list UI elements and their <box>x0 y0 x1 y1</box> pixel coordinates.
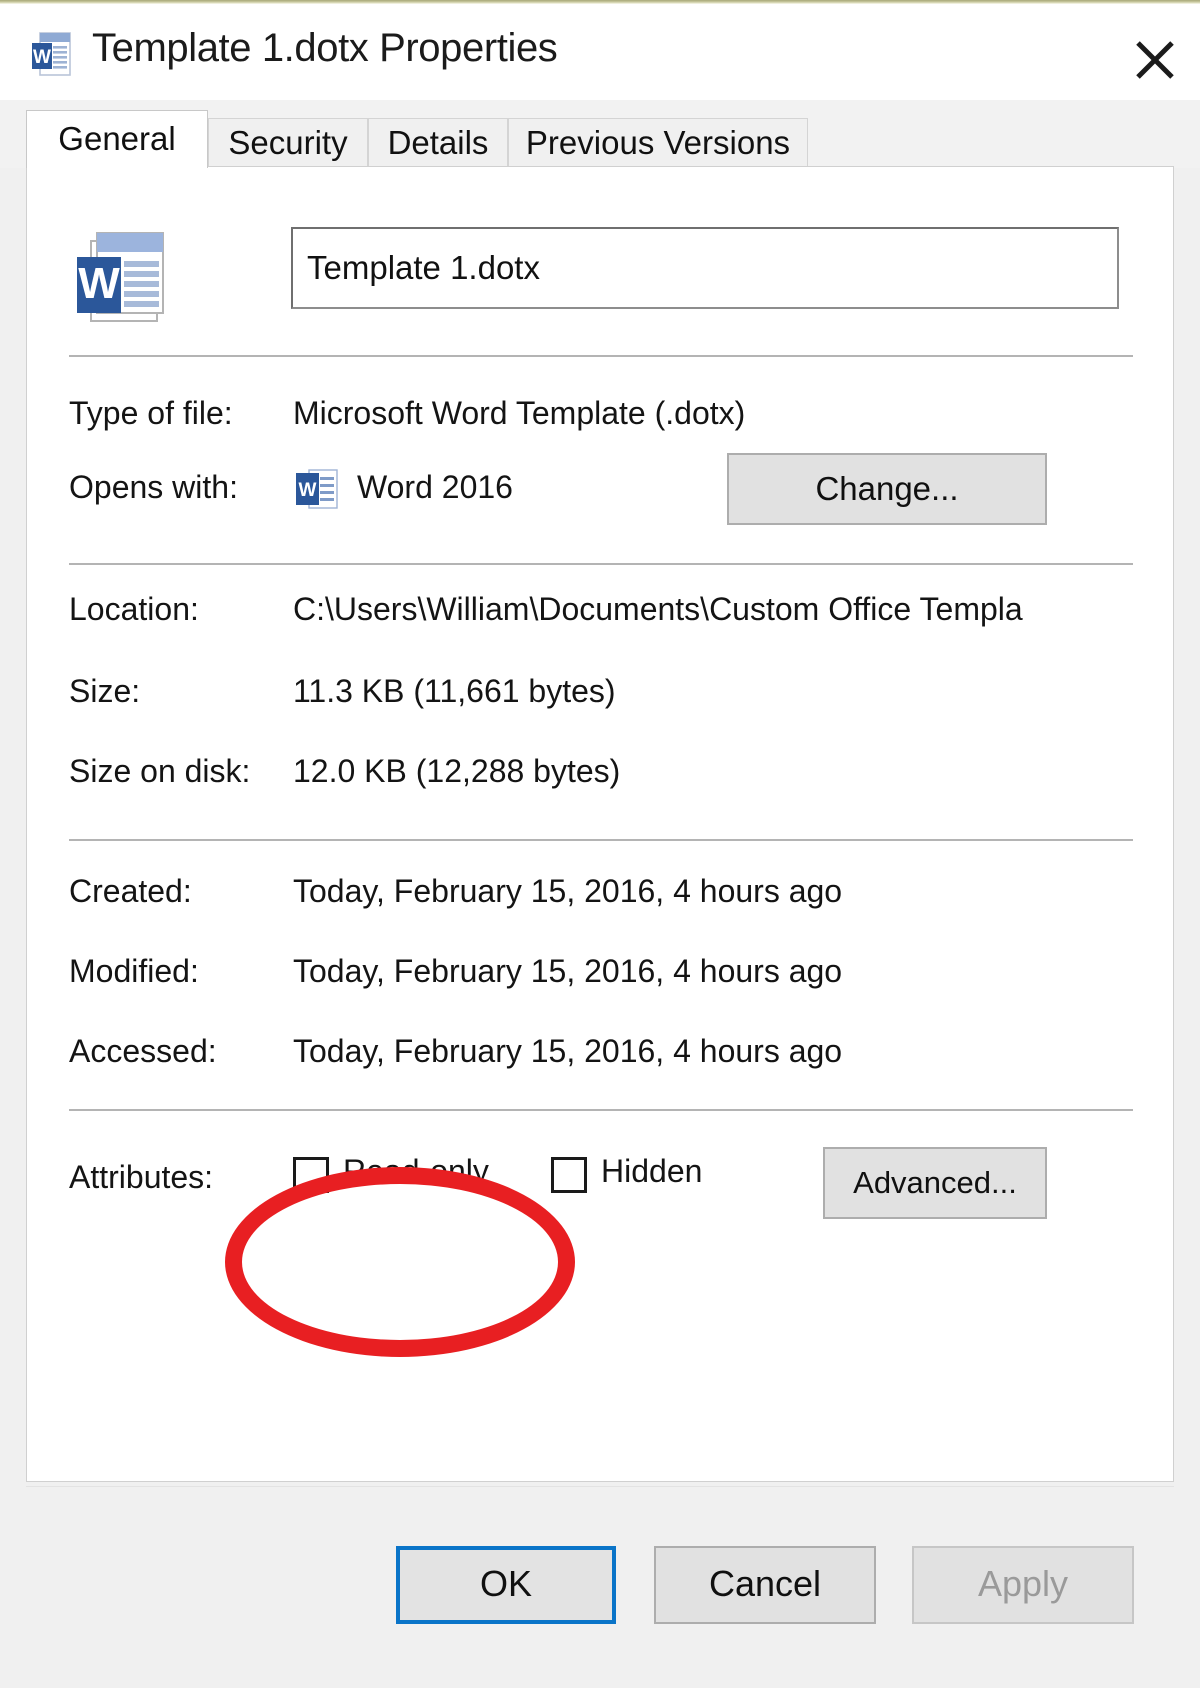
modified-value: Today, February 15, 2016, 4 hours ago <box>293 953 843 989</box>
size-on-disk-label: Size on disk: <box>69 753 251 789</box>
filename-input[interactable] <box>291 227 1119 309</box>
tab-details[interactable]: Details <box>368 118 508 168</box>
created-label: Created: <box>69 873 192 909</box>
change-button[interactable]: Change... <box>727 453 1047 525</box>
cancel-button[interactable]: Cancel <box>654 1546 876 1624</box>
word-document-icon: W <box>26 28 78 80</box>
tab-previous-versions[interactable]: Previous Versions <box>508 118 808 168</box>
size-value: 11.3 KB (11,661 bytes) <box>293 673 616 709</box>
size-label: Size: <box>69 673 141 709</box>
tab-security[interactable]: Security <box>208 118 368 168</box>
svg-text:W: W <box>78 259 120 308</box>
tab-general[interactable]: General <box>26 110 208 168</box>
ok-button[interactable]: OK <box>396 1546 616 1624</box>
annotation-ellipse <box>225 1167 575 1357</box>
accessed-label: Accessed: <box>69 1033 217 1069</box>
close-icon[interactable] <box>1110 12 1200 90</box>
location-label: Location: <box>69 591 199 627</box>
word-app-icon: W <box>293 467 341 511</box>
opens-with-value: Word 2016 <box>357 469 513 505</box>
hidden-label: Hidden <box>601 1153 703 1189</box>
created-value: Today, February 15, 2016, 4 hours ago <box>293 873 843 909</box>
divider <box>69 1109 1133 1111</box>
attributes-label: Attributes: <box>69 1159 214 1195</box>
word-document-icon: W <box>69 219 173 327</box>
opens-with-label: Opens with: <box>69 469 238 505</box>
type-of-file-label: Type of file: <box>69 395 233 431</box>
size-on-disk-value: 12.0 KB (12,288 bytes) <box>293 753 621 789</box>
svg-text:W: W <box>299 480 317 501</box>
tab-strip: General Security Details Previous Versio… <box>0 100 1200 168</box>
title-bar: W Template 1.dotx Properties <box>0 4 1200 100</box>
page-title: Template 1.dotx Properties <box>92 26 558 70</box>
accessed-value: Today, February 15, 2016, 4 hours ago <box>293 1033 843 1069</box>
svg-text:W: W <box>33 47 51 68</box>
modified-label: Modified: <box>69 953 199 989</box>
location-value: C:\Users\William\Documents\Custom Office… <box>293 591 1023 627</box>
general-tab-panel: W Type of file: Microsoft Word Template … <box>26 166 1174 1482</box>
properties-dialog: W Template 1.dotx Properties General Sec… <box>0 4 1200 1688</box>
type-of-file-value: Microsoft Word Template (.dotx) <box>293 395 746 431</box>
footer-divider <box>26 1486 1174 1487</box>
advanced-button[interactable]: Advanced... <box>823 1147 1047 1219</box>
divider <box>69 355 1133 357</box>
apply-button: Apply <box>912 1546 1134 1624</box>
readonly-checkbox[interactable] <box>293 1157 329 1193</box>
hidden-checkbox[interactable] <box>551 1157 587 1193</box>
readonly-label: Read-only <box>343 1153 489 1189</box>
divider <box>69 563 1133 565</box>
divider <box>69 839 1133 841</box>
